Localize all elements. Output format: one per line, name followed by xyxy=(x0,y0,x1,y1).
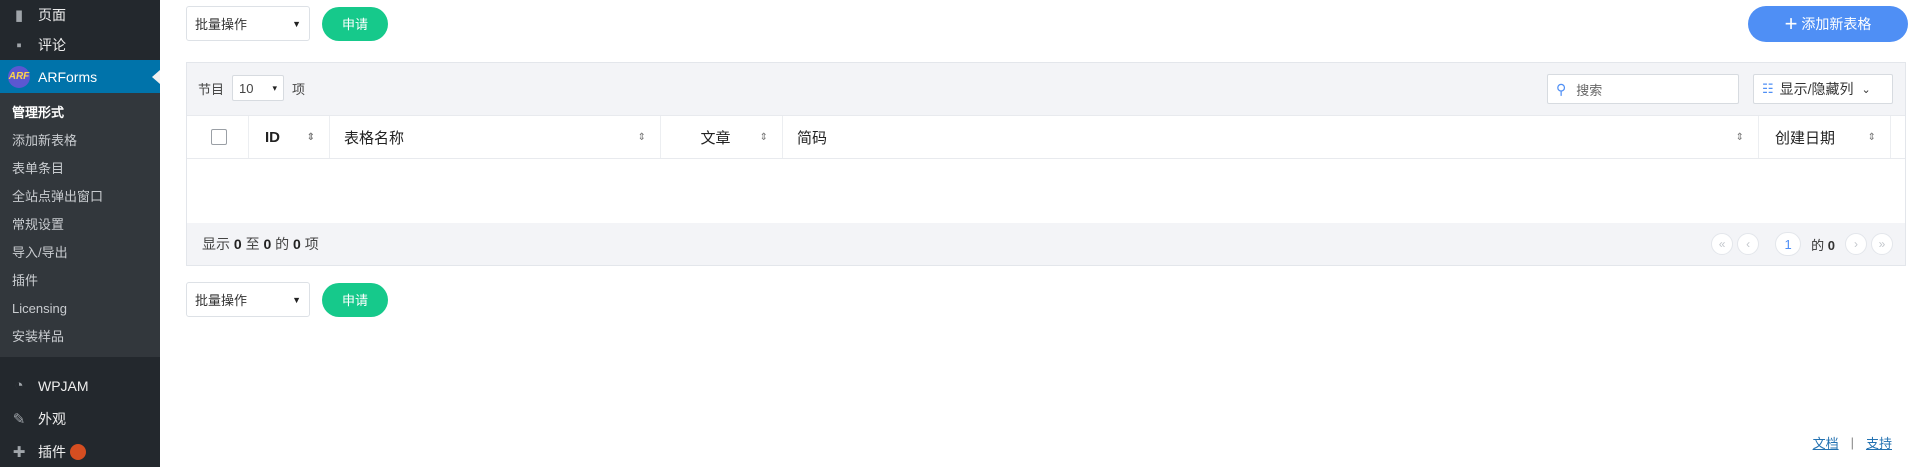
submenu-addons[interactable]: 插件 xyxy=(0,267,160,295)
add-new-form-button[interactable]: + 添加新表格 xyxy=(1748,6,1908,42)
sidebar-item-label: 页面 xyxy=(38,7,66,23)
bulk-action-select-bottom[interactable]: 批量操作 ▼ xyxy=(186,282,310,317)
submenu-import-export[interactable]: 导入/导出 xyxy=(0,239,160,267)
column-header-form-name[interactable]: 表格名称 ⇕ xyxy=(330,116,661,158)
last-page-icon[interactable]: » xyxy=(1871,233,1893,255)
select-value: 批量操作 xyxy=(195,17,248,32)
dashboard-icon: ◔ xyxy=(14,377,24,394)
comment-icon: ▪ xyxy=(16,36,22,54)
entries-per-page: 节目 10 ▾ 项 xyxy=(198,75,305,101)
sort-icon: ⇕ xyxy=(1867,131,1876,143)
apply-button-bottom[interactable]: 申请 xyxy=(322,282,389,317)
submenu-sitewide-popups[interactable]: 全站点弹出窗口 xyxy=(0,183,160,211)
plus-icon: + xyxy=(1784,11,1798,36)
support-link[interactable]: 支持 xyxy=(1866,433,1892,452)
submenu-form-entries[interactable]: 表单条目 xyxy=(0,155,160,183)
add-new-form-label: 添加新表格 xyxy=(1801,16,1872,32)
sidebar-item-label: 评论 xyxy=(38,37,66,53)
table-header: ID ⇕ 表格名称 ⇕ 文章 ⇕ 简码 ⇕ 创建日期 ⇕ xyxy=(187,115,1905,159)
column-header-id[interactable]: ID ⇕ xyxy=(249,116,330,158)
search-input[interactable]: ⚲ 搜索 xyxy=(1547,74,1739,104)
arforms-logo-icon: ARF xyxy=(8,65,30,88)
colvis-label: 显示/隐藏列 xyxy=(1779,81,1854,97)
plugin-icon: ✚ xyxy=(12,443,26,461)
pagination: « ‹ 1 的 0 › » xyxy=(1707,232,1893,256)
columns-icon: ☷ xyxy=(1762,81,1774,96)
bulk-actions-bottom: 批量操作 ▼ 申请 xyxy=(186,282,389,317)
caret-down-icon: ▼ xyxy=(292,294,301,305)
search-placeholder: 搜索 xyxy=(1576,82,1603,98)
entries-prefix: 节目 xyxy=(198,81,225,97)
submenu-general-settings[interactable]: 常规设置 xyxy=(0,211,160,239)
admin-sidebar: ▮ 页面 ▪ 评论 ARF ARForms 管理形式 添加新表格 表单条目 全站… xyxy=(0,0,160,467)
forms-table-panel: 节目 10 ▾ 项 ⚲ 搜索 ☷ 显示/隐藏列 ⌄ ID ⇕ 表格名称 ⇕ 文章… xyxy=(186,62,1906,266)
entries-value: 10 xyxy=(239,80,254,96)
arforms-submenu: 管理形式 添加新表格 表单条目 全站点弹出窗口 常规设置 导入/导出 插件 Li… xyxy=(0,93,160,357)
page-of-label: 的 0 xyxy=(1811,237,1835,253)
chevron-down-icon: ⌄ xyxy=(1861,83,1871,96)
sidebar-item-label: ARForms xyxy=(38,68,98,85)
submenu-install-samples[interactable]: 安装样品 xyxy=(0,323,160,351)
column-header-shortcode[interactable]: 简码 ⇕ xyxy=(783,116,1759,158)
current-page[interactable]: 1 xyxy=(1775,232,1802,256)
sidebar-item-wpjam[interactable]: ◔ WPJAM xyxy=(0,369,160,402)
sidebar-item-pages[interactable]: ▮ 页面 xyxy=(0,0,160,30)
sidebar-item-arforms[interactable]: ARF ARForms xyxy=(0,60,160,93)
select-value: 批量操作 xyxy=(195,293,248,308)
page-icon: ▮ xyxy=(14,7,24,24)
table-info: 显示 0 至 0 的 0 项 xyxy=(202,236,319,252)
apply-button-top[interactable]: 申请 xyxy=(322,6,389,41)
table-toolbar: 节目 10 ▾ 项 ⚲ 搜索 ☷ 显示/隐藏列 ⌄ xyxy=(187,63,1905,115)
table-body-empty xyxy=(187,159,1905,223)
entries-suffix: 项 xyxy=(292,81,306,97)
caret-down-icon: ▼ xyxy=(292,18,301,29)
select-all-checkbox[interactable] xyxy=(211,129,227,145)
column-header-posts[interactable]: 文章 ⇕ xyxy=(661,116,783,158)
sidebar-item-comments[interactable]: ▪ 评论 xyxy=(0,30,160,60)
sidebar-item-label: 外观 xyxy=(38,410,66,427)
select-all-cell xyxy=(187,116,249,158)
submenu-add-new-form[interactable]: 添加新表格 xyxy=(0,127,160,155)
submenu-manage-forms[interactable]: 管理形式 xyxy=(0,99,160,127)
brush-icon: ✎ xyxy=(12,410,26,428)
sidebar-item-appearance[interactable]: ✎ 外观 xyxy=(0,402,160,435)
footer-links: 文档 | 支持 xyxy=(1813,433,1892,452)
bulk-action-select-top[interactable]: 批量操作 ▼ xyxy=(186,6,310,41)
docs-link[interactable]: 文档 xyxy=(1813,433,1839,452)
update-count-badge xyxy=(70,443,86,460)
column-header-created-date[interactable]: 创建日期 ⇕ xyxy=(1759,116,1891,158)
table-footer: 显示 0 至 0 的 0 项 « ‹ 1 的 0 › » xyxy=(187,223,1905,265)
entries-select[interactable]: 10 ▾ xyxy=(232,75,285,101)
prev-page-icon[interactable]: ‹ xyxy=(1737,233,1760,255)
submenu-licensing[interactable]: Licensing xyxy=(0,295,160,323)
sort-icon: ⇕ xyxy=(759,131,768,143)
search-icon: ⚲ xyxy=(1556,80,1567,97)
footer-separator: | xyxy=(1850,435,1854,450)
bulk-actions-top: 批量操作 ▼ 申请 xyxy=(186,6,389,41)
next-page-icon[interactable]: › xyxy=(1845,233,1867,255)
sort-icon: ⇕ xyxy=(637,131,646,143)
sidebar-item-label: 插件 xyxy=(38,443,66,460)
sidebar-item-plugins[interactable]: ✚ 插件 xyxy=(0,435,160,467)
main-content: 批量操作 ▼ 申请 + 添加新表格 节目 10 ▾ 项 ⚲ 搜索 ☷ 显示/隐藏… xyxy=(160,0,1920,467)
first-page-icon[interactable]: « xyxy=(1711,233,1734,255)
show-hide-columns-button[interactable]: ☷ 显示/隐藏列 ⌄ xyxy=(1753,74,1893,104)
caret-down-icon: ▾ xyxy=(272,82,278,93)
sort-icon: ⇕ xyxy=(1735,131,1744,143)
sort-icon: ⇕ xyxy=(306,131,315,143)
sidebar-item-label: WPJAM xyxy=(38,377,89,394)
